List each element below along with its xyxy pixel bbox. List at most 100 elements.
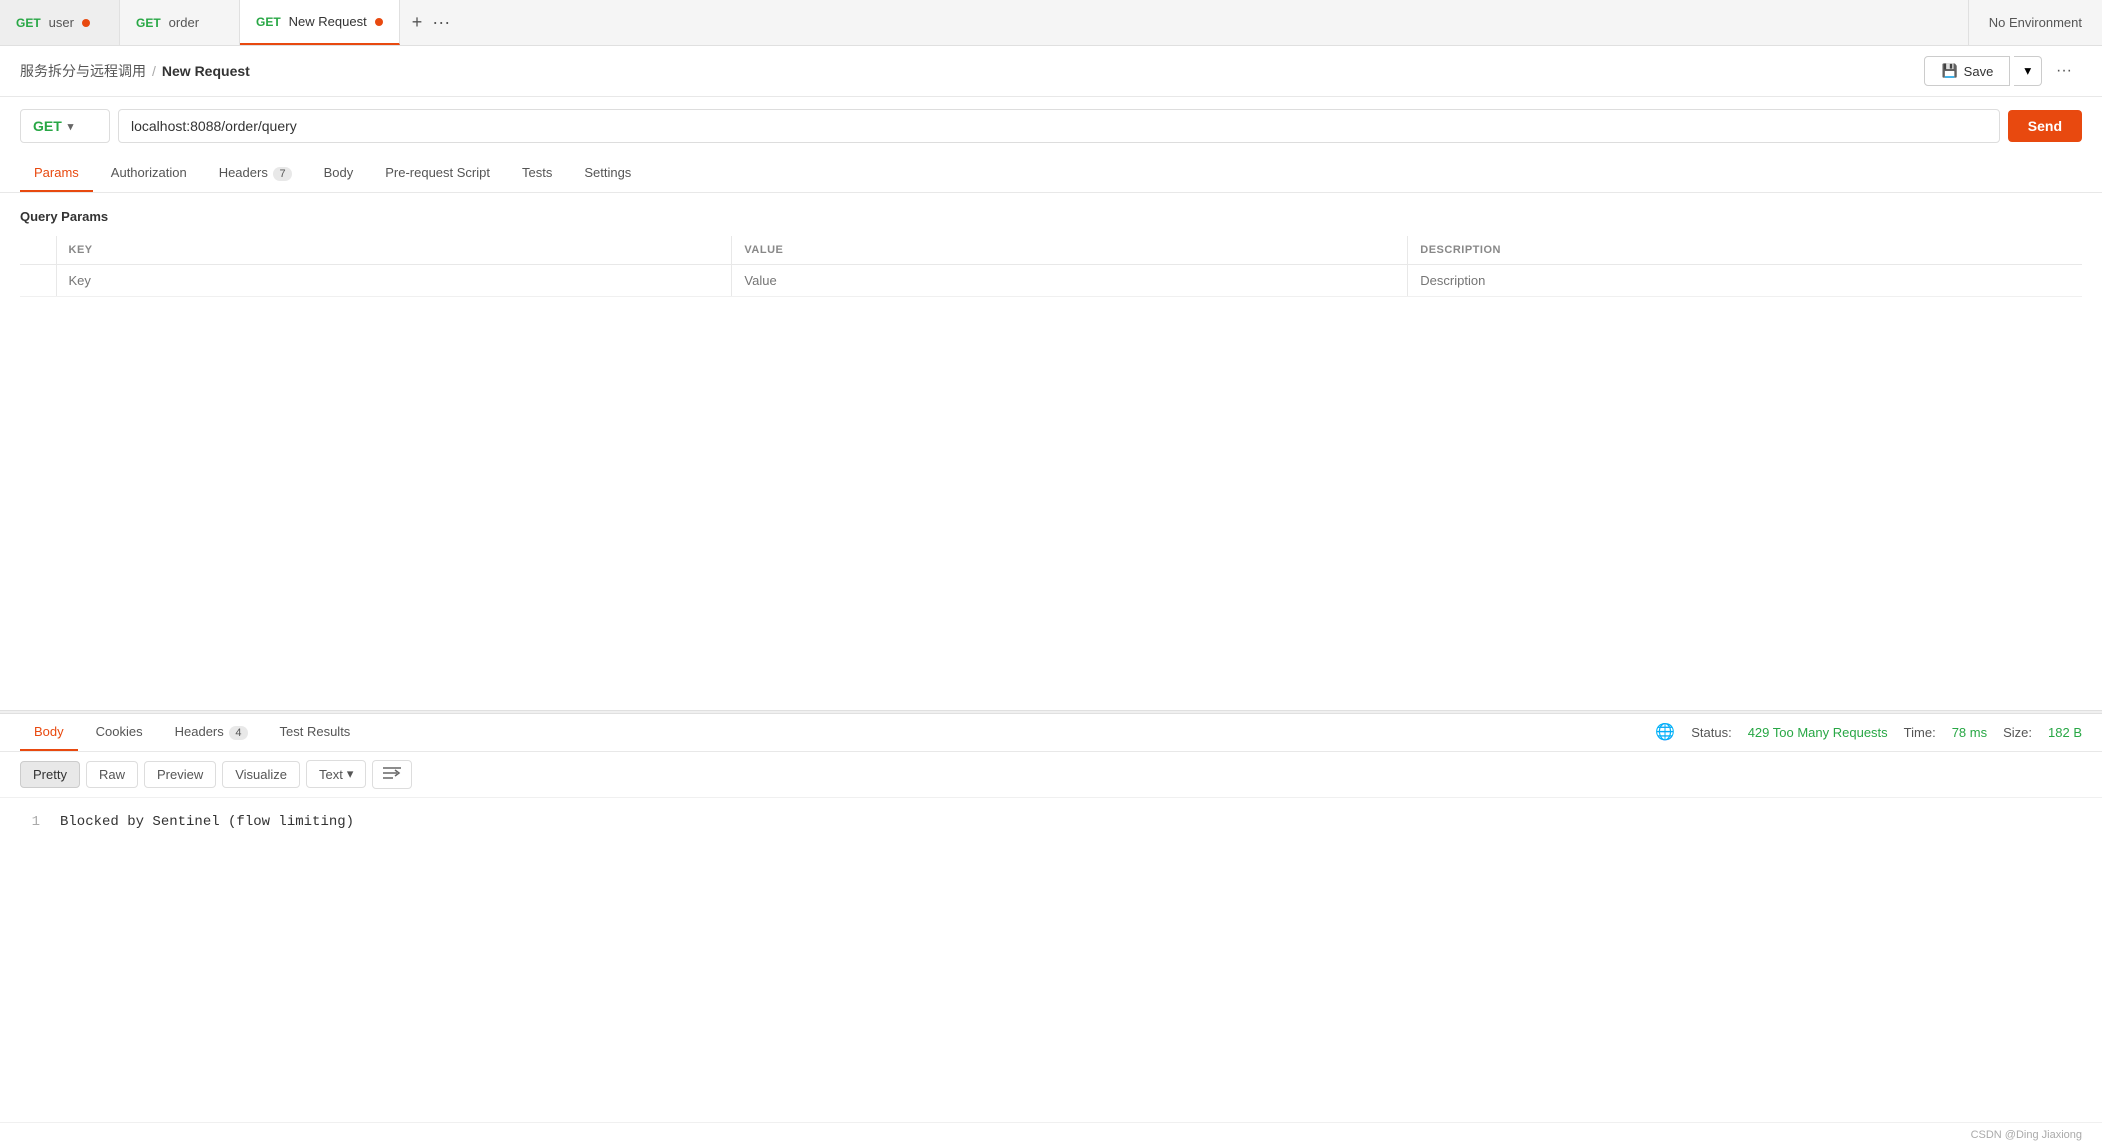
breadcrumb-parent[interactable]: 服务拆分与远程调用: [20, 61, 146, 81]
tab-user-name: user: [49, 15, 74, 30]
size-value: 182 B: [2048, 725, 2082, 740]
params-row-checkbox: [20, 265, 56, 297]
method-chevron-icon: ▾: [68, 120, 74, 133]
format-raw-button[interactable]: Raw: [86, 761, 138, 788]
req-tab-pre-request[interactable]: Pre-request Script: [371, 155, 504, 192]
status-label: Status:: [1691, 725, 1731, 740]
tab-new-request-dirty-dot: [375, 18, 383, 26]
req-tab-params-label: Params: [34, 165, 79, 180]
tab-order-method: GET: [136, 16, 161, 30]
format-pretty-button[interactable]: Pretty: [20, 761, 80, 788]
params-description-header: DESCRIPTION: [1408, 236, 2082, 265]
url-bar: GET ▾ Send: [0, 97, 2102, 155]
resp-tab-body-label: Body: [34, 724, 64, 739]
footer: CSDN @Ding Jiaxiong: [0, 1122, 2102, 1147]
params-key-header: KEY: [56, 236, 732, 265]
resp-tab-headers-label: Headers: [175, 724, 224, 739]
tab-user-dirty-dot: [82, 19, 90, 27]
req-tab-tests[interactable]: Tests: [508, 155, 566, 192]
resp-tab-headers[interactable]: Headers 4: [161, 714, 262, 751]
breadcrumb: 服务拆分与远程调用 / New Request: [20, 61, 250, 81]
time-label: Time:: [1904, 725, 1936, 740]
req-tab-body-label: Body: [324, 165, 354, 180]
line-content-1: Blocked by Sentinel (flow limiting): [60, 814, 354, 830]
req-tab-pre-request-label: Pre-request Script: [385, 165, 490, 180]
params-value-input[interactable]: [744, 273, 1395, 288]
text-type-label: Text: [319, 767, 343, 782]
chevron-down-icon: ▾: [2024, 63, 2031, 78]
empty-space: [0, 301, 2102, 710]
response-status-bar: 🌐 Status: 429 Too Many Requests Time: 78…: [1655, 722, 2082, 742]
resp-tab-cookies[interactable]: Cookies: [82, 714, 157, 751]
query-params-section: Query Params KEY VALUE DESCRIPTION: [0, 193, 2102, 301]
tab-new-request-name: New Request: [289, 14, 367, 29]
text-type-dropdown[interactable]: Text ▾: [306, 760, 366, 788]
tab-actions: + ···: [400, 0, 463, 45]
method-dropdown[interactable]: GET ▾: [20, 109, 110, 143]
toolbar-more-button[interactable]: ···: [2046, 56, 2082, 86]
tab-new-request-method: GET: [256, 15, 281, 29]
format-visualize-button[interactable]: Visualize: [222, 761, 300, 788]
params-key-input[interactable]: [69, 273, 720, 288]
resp-tab-body[interactable]: Body: [20, 714, 78, 751]
format-preview-button[interactable]: Preview: [144, 761, 216, 788]
line-number-1: 1: [20, 814, 40, 830]
params-empty-row: [20, 265, 2082, 297]
breadcrumb-current: New Request: [162, 63, 250, 79]
method-label: GET: [33, 118, 62, 134]
params-description-cell[interactable]: [1408, 265, 2082, 297]
wrap-button[interactable]: [372, 760, 412, 789]
globe-icon: 🌐: [1655, 722, 1675, 742]
req-tab-authorization[interactable]: Authorization: [97, 155, 201, 192]
response-tabs: Body Cookies Headers 4 Test Results: [20, 714, 364, 751]
params-value-cell[interactable]: [732, 265, 1408, 297]
req-tab-headers[interactable]: Headers 7: [205, 155, 306, 192]
resp-tab-test-results-label: Test Results: [280, 724, 351, 739]
status-value: 429 Too Many Requests: [1748, 725, 1888, 740]
request-tabs: Params Authorization Headers 7 Body Pre-…: [0, 155, 2102, 193]
response-section: Body Cookies Headers 4 Test Results 🌐 St…: [0, 714, 2102, 1123]
params-value-header: VALUE: [732, 236, 1408, 265]
breadcrumb-bar: 服务拆分与远程调用 / New Request 💾 Save ▾ ···: [0, 46, 2102, 97]
save-label: Save: [1964, 64, 1994, 79]
req-tab-headers-label: Headers: [219, 165, 268, 180]
req-tab-settings[interactable]: Settings: [570, 155, 645, 192]
tab-user-method: GET: [16, 16, 41, 30]
save-icon: 💾: [1941, 63, 1957, 79]
response-body: 1 Blocked by Sentinel (flow limiting): [0, 798, 2102, 1123]
env-label: No Environment: [1989, 15, 2082, 30]
tab-order-name: order: [169, 15, 199, 30]
format-bar: Pretty Raw Preview Visualize Text ▾: [0, 752, 2102, 798]
tab-new-request[interactable]: GET New Request: [240, 0, 400, 45]
size-label: Size:: [2003, 725, 2032, 740]
params-description-input[interactable]: [1420, 273, 2070, 288]
resp-tab-cookies-label: Cookies: [96, 724, 143, 739]
environment-selector[interactable]: No Environment: [1968, 0, 2102, 45]
send-button[interactable]: Send: [2008, 110, 2082, 142]
breadcrumb-separator: /: [152, 63, 156, 79]
wrap-icon: [383, 766, 401, 780]
resp-tab-headers-badge: 4: [229, 726, 247, 740]
params-checkbox-col-header: [20, 236, 56, 265]
req-tab-body[interactable]: Body: [310, 155, 368, 192]
tab-bar: GET user GET order GET New Request + ···…: [0, 0, 2102, 46]
add-tab-button[interactable]: +: [412, 12, 423, 33]
req-tab-params[interactable]: Params: [20, 155, 93, 192]
save-button[interactable]: 💾 Save: [1924, 56, 2010, 86]
time-value: 78 ms: [1952, 725, 1987, 740]
tab-order[interactable]: GET order: [120, 0, 240, 45]
req-tab-settings-label: Settings: [584, 165, 631, 180]
req-tab-headers-badge: 7: [273, 167, 291, 181]
req-tab-tests-label: Tests: [522, 165, 552, 180]
text-type-chevron-icon: ▾: [347, 766, 354, 782]
breadcrumb-actions: 💾 Save ▾ ···: [1924, 56, 2082, 86]
code-line-1: 1 Blocked by Sentinel (flow limiting): [20, 814, 2082, 830]
footer-credit: CSDN @Ding Jiaxiong: [1971, 1129, 2082, 1141]
url-input[interactable]: [118, 109, 2000, 143]
query-params-title: Query Params: [20, 209, 2082, 224]
tab-user[interactable]: GET user: [0, 0, 120, 45]
more-tabs-button[interactable]: ···: [432, 12, 450, 33]
save-dropdown-button[interactable]: ▾: [2014, 56, 2042, 86]
resp-tab-test-results[interactable]: Test Results: [266, 714, 365, 751]
params-key-cell[interactable]: [56, 265, 732, 297]
